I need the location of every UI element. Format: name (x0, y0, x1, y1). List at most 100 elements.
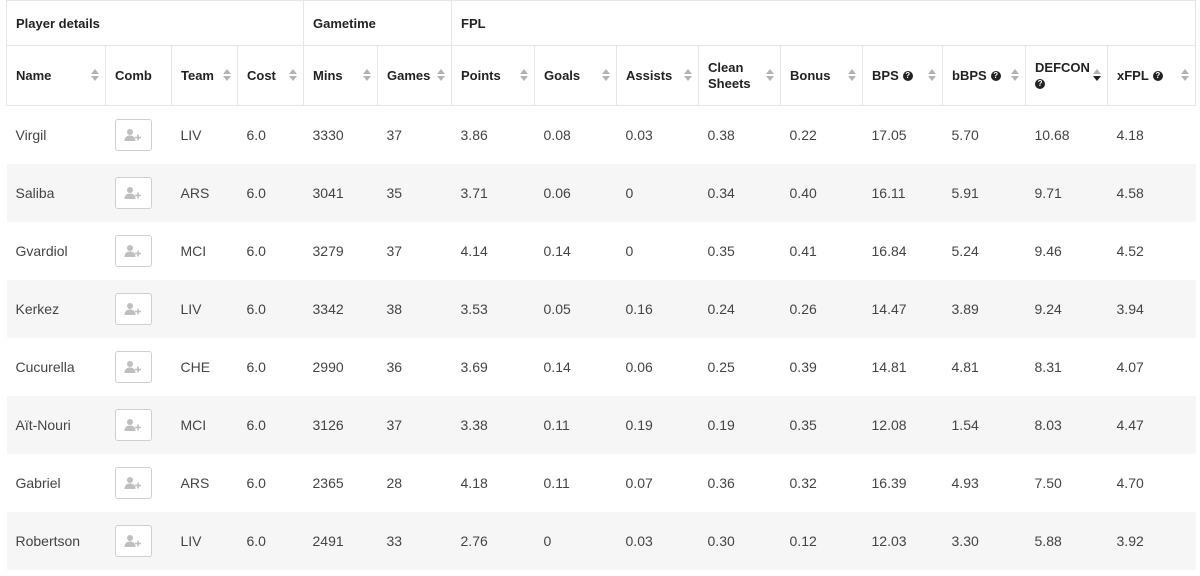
cell-bps: 17.05 (862, 105, 943, 164)
col-header-label: xFPL (1117, 67, 1149, 83)
sort-arrows-icon[interactable] (289, 68, 298, 83)
col-header-games[interactable]: Games (377, 45, 452, 106)
col-header-label: Team (181, 67, 214, 83)
cell-xfpl: 4.47 (1107, 395, 1196, 454)
col-header-mins[interactable]: Mins (303, 45, 378, 106)
sort-arrows-icon[interactable] (848, 68, 857, 83)
add-to-comb-button[interactable] (114, 524, 152, 557)
cell-cost: 6.0 (237, 163, 304, 222)
add-to-comb-button[interactable] (114, 466, 152, 499)
col-header-label: Goals (544, 67, 581, 83)
col-header-label: Cost (247, 67, 276, 83)
sort-arrows-icon[interactable] (91, 68, 99, 83)
col-header-xfpl[interactable]: xFPL? (1107, 45, 1197, 106)
add-to-comb-button[interactable] (114, 118, 152, 151)
col-header-name[interactable]: Name (6, 45, 106, 106)
col-header-defcon[interactable]: DEFCON? (1025, 45, 1108, 106)
question-circle-icon[interactable]: ? (1035, 79, 1046, 90)
sort-arrows-icon[interactable] (223, 68, 231, 83)
col-header-team[interactable]: Team (171, 45, 238, 106)
sort-arrows-icon[interactable] (363, 68, 372, 83)
add-to-comb-button[interactable] (114, 350, 152, 383)
cell-bps: 16.39 (862, 453, 943, 512)
add-to-comb-button[interactable] (114, 408, 152, 441)
sort-arrows-icon[interactable] (766, 68, 775, 83)
cell-xfpl: 4.18 (1107, 105, 1196, 164)
col-header-bps[interactable]: BPS? (862, 45, 943, 106)
cell-xfpl: 3.94 (1107, 279, 1196, 338)
cell-bonus: 0.41 (780, 221, 863, 280)
cell-goals: 0.08 (534, 105, 617, 164)
col-header-label: Assists (626, 67, 673, 83)
table-row[interactable]: Saliba ARS 6.0 3041 35 3.71 0.06 0 0.34 … (6, 163, 1196, 222)
cell-points: 3.38 (451, 395, 535, 454)
sort-arrows-icon[interactable] (602, 68, 611, 83)
table-row[interactable]: Gvardiol MCI 6.0 3279 37 4.14 0.14 0 0.3… (6, 221, 1196, 280)
cell-bonus: 0.26 (780, 279, 863, 338)
sort-arrows-icon[interactable] (520, 68, 529, 83)
col-header-bonus[interactable]: Bonus (780, 45, 863, 106)
cell-xfpl: 4.52 (1107, 221, 1196, 280)
cell-defcon: 8.03 (1025, 395, 1108, 454)
sort-arrows-icon[interactable] (437, 68, 446, 83)
question-circle-icon[interactable]: ? (1152, 71, 1163, 82)
group-gametime: Gametime (303, 0, 452, 46)
cell-bbps: 5.24 (942, 221, 1026, 280)
table-row[interactable]: Cucurella CHE 6.0 2990 36 3.69 0.14 0.06… (6, 337, 1196, 396)
question-circle-icon[interactable]: ? (990, 71, 1001, 82)
cell-comb (105, 163, 172, 222)
group-fpl: FPL (451, 0, 1197, 46)
question-circle-icon[interactable]: ? (902, 71, 913, 82)
user-plus-icon (124, 476, 141, 489)
col-header-points[interactable]: Points (451, 45, 535, 106)
add-to-comb-button[interactable] (114, 292, 152, 325)
cell-team: MCI (171, 395, 238, 454)
table-row[interactable]: Aït-Nouri MCI 6.0 3126 37 3.38 0.11 0.19… (6, 395, 1196, 454)
sort-arrows-icon[interactable] (1011, 68, 1020, 83)
cell-comb (105, 279, 172, 338)
sort-arrows-icon[interactable] (1093, 68, 1102, 83)
cell-name: Cucurella (6, 337, 106, 396)
sort-arrows-icon[interactable] (684, 68, 693, 83)
cell-bps: 16.84 (862, 221, 943, 280)
cell-name: Aït-Nouri (6, 395, 106, 454)
cell-clean-sheets: 0.38 (698, 105, 781, 164)
cell-xfpl: 3.92 (1107, 511, 1196, 570)
cell-assists: 0 (616, 221, 699, 280)
cell-defcon: 9.71 (1025, 163, 1108, 222)
add-to-comb-button[interactable] (114, 176, 152, 209)
col-header-clean-sheets[interactable]: Clean Sheets (698, 45, 781, 106)
col-header-goals[interactable]: Goals (534, 45, 617, 106)
sort-arrows-icon[interactable] (1181, 68, 1190, 83)
cell-mins: 2491 (303, 511, 378, 570)
sort-arrows-icon[interactable] (928, 68, 937, 83)
col-header-assists[interactable]: Assists (616, 45, 699, 106)
cell-assists: 0.06 (616, 337, 699, 396)
table-row[interactable]: Kerkez LIV 6.0 3342 38 3.53 0.05 0.16 0.… (6, 279, 1196, 338)
cell-mins: 3279 (303, 221, 378, 280)
cell-goals: 0.05 (534, 279, 617, 338)
cell-defcon: 7.50 (1025, 453, 1108, 512)
cell-defcon: 9.24 (1025, 279, 1108, 338)
table-row[interactable]: Robertson LIV 6.0 2491 33 2.76 0 0.03 0.… (6, 511, 1196, 570)
cell-name: Saliba (6, 163, 106, 222)
table-row[interactable]: Gabriel ARS 6.0 2365 28 4.18 0.11 0.07 0… (6, 453, 1196, 512)
cell-clean-sheets: 0.36 (698, 453, 781, 512)
cell-goals: 0.11 (534, 453, 617, 512)
cell-bbps: 4.81 (942, 337, 1026, 396)
cell-games: 37 (377, 395, 452, 454)
cell-assists: 0.16 (616, 279, 699, 338)
cell-bbps: 5.91 (942, 163, 1026, 222)
col-header-label: Mins (313, 67, 343, 83)
col-header-cost[interactable]: Cost (236, 45, 304, 106)
cell-defcon: 9.46 (1025, 221, 1108, 280)
cell-name: Gvardiol (6, 221, 106, 280)
col-header-label: Games (387, 67, 431, 83)
col-header-bbps[interactable]: bBPS? (942, 45, 1026, 106)
cell-defcon: 5.88 (1025, 511, 1108, 570)
cell-bbps: 3.89 (942, 279, 1026, 338)
table-row[interactable]: Virgil LIV 6.0 3330 37 3.86 0.08 0.03 0.… (6, 105, 1196, 164)
add-to-comb-button[interactable] (114, 234, 152, 267)
cell-bbps: 3.30 (942, 511, 1026, 570)
column-group-row: Player details Gametime FPL (5, 0, 1197, 46)
